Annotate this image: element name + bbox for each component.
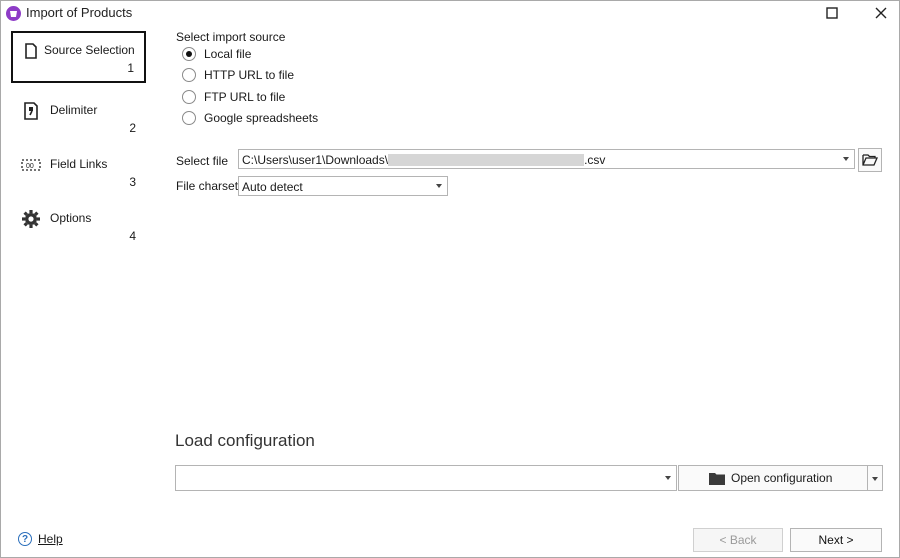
close-button[interactable] [870,3,892,23]
file-path-prefix: C:\Users\user1\Downloads\ [242,153,389,167]
radio-google-spreadsheets[interactable]: Google spreadsheets [182,109,318,127]
file-path-suffix: .csv [584,153,606,167]
radio-label: FTP URL to file [204,90,286,104]
maximize-button[interactable] [821,3,843,23]
radio-button[interactable] [182,90,196,104]
next-button[interactable]: Next > [790,528,882,552]
gear-icon [22,210,40,228]
redacted-filename [388,154,585,166]
file-charset-select[interactable]: Auto detect [238,176,448,196]
open-configuration-button[interactable]: Open configuration [678,465,868,491]
browse-file-button[interactable] [858,148,882,172]
open-configuration-label: Open configuration [731,471,833,485]
radio-button[interactable] [182,111,196,125]
title-bar: Import of Products [1,1,899,25]
maximize-icon [826,7,838,19]
radio-label: Local file [204,47,252,61]
radio-ftp-url[interactable]: FTP URL to file [182,88,285,106]
sidebar-step-number: 3 [129,175,136,189]
radio-button[interactable] [182,68,196,82]
sidebar-item-label: Source Selection [44,43,135,57]
close-icon [875,7,887,19]
import-source-heading: Select import source [176,30,286,44]
radio-local-file[interactable]: Local file [182,45,251,63]
sidebar-item-source-selection[interactable]: Source Selection 1 [11,31,146,83]
chevron-down-icon [872,477,878,481]
document-icon [25,43,37,59]
file-charset-label: File charset [176,179,239,193]
folder-icon [709,473,725,485]
configuration-combo[interactable] [175,465,677,491]
app-logo-icon [6,6,21,21]
select-file-label: Select file [176,154,229,168]
sidebar-step-number: 2 [129,121,136,135]
file-charset-value: Auto detect [242,180,303,194]
sidebar-item-label: Field Links [50,157,108,171]
field-links-icon: 00 [21,159,41,171]
window-title: Import of Products [26,5,133,20]
help-icon: ? [18,532,32,546]
help-label: Help [38,532,63,546]
file-path-value: C:\Users\user1\Downloads\ .csv [242,153,605,167]
open-folder-icon [862,154,878,166]
sidebar-item-options[interactable]: Options 4 [11,201,146,253]
radio-button[interactable] [182,47,196,61]
svg-text:00: 00 [26,163,34,170]
help-link[interactable]: ? Help [18,532,63,546]
sidebar-item-label: Delimiter [50,103,98,117]
load-configuration-title: Load configuration [175,431,315,450]
file-path-combo[interactable]: C:\Users\user1\Downloads\ .csv [238,149,855,169]
radio-http-url[interactable]: HTTP URL to file [182,66,294,84]
sidebar-item-delimiter[interactable]: Delimiter 2 [11,93,146,145]
radio-label: HTTP URL to file [204,68,295,82]
sidebar-item-field-links[interactable]: 00 Field Links 3 [11,147,146,199]
sidebar-item-label: Options [50,211,92,225]
sidebar-step-number: 4 [129,229,136,243]
back-button[interactable]: < Back [693,528,783,552]
open-configuration-dropdown[interactable] [867,465,883,491]
delimiter-icon [24,102,38,120]
radio-label: Google spreadsheets [204,111,319,125]
sidebar-step-number: 1 [127,61,134,75]
import-window: Import of Products Source Selection 1 De… [0,0,900,558]
chevron-down-icon[interactable] [665,476,671,480]
chevron-down-icon[interactable] [436,184,442,188]
chevron-down-icon[interactable] [843,157,849,161]
